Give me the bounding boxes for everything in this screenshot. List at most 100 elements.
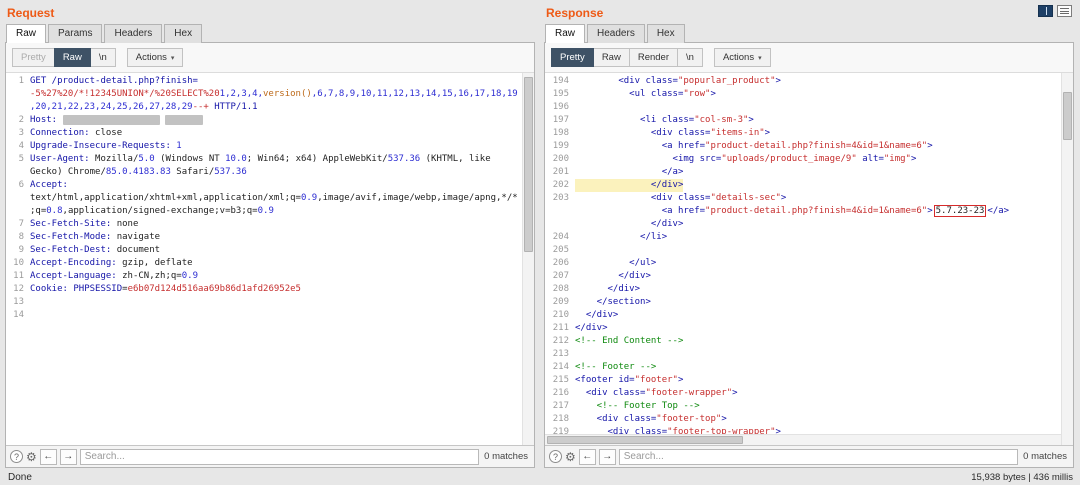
line-number: 202 [552, 180, 569, 190]
code-line: 210 </div> [545, 309, 1061, 322]
request-vertical-scrollbar[interactable] [522, 73, 534, 445]
response-actions-button[interactable]: Actions ▾ [713, 48, 771, 67]
mode-button-pretty[interactable]: Pretty [12, 48, 55, 67]
line-number: 204 [552, 232, 569, 242]
code-line: 206 </ul> [545, 257, 1061, 270]
code-line: 10 Accept-Encoding: gzip, deflate [6, 257, 522, 270]
request-search-bar: ? ⚙ ← → 0 matches [6, 445, 534, 467]
scrollbar-thumb[interactable] [547, 436, 744, 444]
line-number: 11 [13, 271, 24, 281]
code-line: 211 </div> [545, 322, 1061, 335]
request-mode-buttons: Pretty Raw \n [12, 48, 116, 67]
line-number: 7 [18, 219, 24, 229]
line-number: 4 [18, 141, 24, 151]
tab-raw[interactable]: Raw [545, 24, 586, 43]
line-number [6, 88, 30, 101]
line-number: 215 [552, 375, 569, 385]
gear-icon[interactable]: ⚙ [26, 451, 37, 463]
mode-button-n[interactable]: \n [89, 48, 116, 67]
code-line: 5 User-Agent: Mozilla/5.0 (Windows NT 10.… [6, 153, 522, 166]
request-search-matches: 0 matches [484, 451, 528, 462]
code-line: </div> [545, 218, 1061, 231]
chevron-down-icon: ▾ [758, 54, 762, 62]
response-tabs: Raw Headers Hex [544, 24, 1074, 43]
code-line: 9 Sec-Fetch-Dest: document [6, 244, 522, 257]
layout-split-icon[interactable] [1038, 5, 1053, 17]
request-tabs: Raw Params Headers Hex [5, 24, 535, 43]
request-code-area[interactable]: 1 GET /product-detail.php?finish= -5%27%20… [6, 73, 534, 445]
highlighted-value: 5.7.23-23 [933, 205, 987, 217]
code-line: 11 Accept-Language: zh-CN,zh;q=0.9 [6, 270, 522, 283]
search-next-button[interactable]: → [59, 448, 77, 465]
line-number: 218 [552, 414, 569, 424]
code-line: 207 </div> [545, 270, 1061, 283]
line-number: 195 [552, 89, 569, 99]
scrollbar-thumb[interactable] [524, 76, 533, 252]
request-panel-title: Request [7, 6, 55, 20]
request-search-input[interactable] [79, 448, 480, 465]
mode-button-render[interactable]: Render [628, 48, 678, 67]
code-line: 202 </div> [545, 179, 1061, 192]
gear-icon[interactable]: ⚙ [565, 451, 576, 463]
line-number: 213 [552, 349, 569, 359]
line-number: 2 [18, 115, 24, 125]
mode-button-pretty[interactable]: Pretty [551, 48, 594, 67]
code-line: 218 <div class="footer-top"> [545, 413, 1061, 426]
code-line: ;q=0.8,application/signed-exchange;v=b3;… [6, 205, 522, 218]
line-number: 197 [552, 115, 569, 125]
line-number: 13 [13, 297, 24, 307]
tab-headers[interactable]: Headers [587, 24, 645, 43]
layout-controls [1038, 5, 1072, 17]
response-search-input[interactable] [618, 448, 1019, 465]
mode-button-raw[interactable]: Raw [592, 48, 630, 67]
response-vertical-scrollbar[interactable] [1061, 73, 1073, 445]
search-next-button[interactable]: → [598, 448, 616, 465]
line-number: 9 [18, 245, 24, 255]
code-line: 212 <!-- End Content --> [545, 335, 1061, 348]
code-line: 208 </div> [545, 283, 1061, 296]
layout-menu-icon[interactable] [1057, 5, 1072, 17]
code-line: Gecko) Chrome/85.0.4183.83 Safari/537.36 [6, 166, 522, 179]
response-actions-label: Actions [722, 52, 755, 63]
tab-hex[interactable]: Hex [646, 24, 685, 43]
line-number: 207 [552, 271, 569, 281]
response-horizontal-scrollbar[interactable] [545, 434, 1061, 445]
redacted-text [62, 115, 161, 125]
line-number: 10 [13, 258, 24, 268]
line-number [6, 166, 30, 179]
response-title-text: Response [546, 6, 604, 20]
tab-headers[interactable]: Headers [104, 24, 163, 43]
code-line: 7 Sec-Fetch-Site: none [6, 218, 522, 231]
line-number: 194 [552, 76, 569, 86]
mode-button-n[interactable]: \n [677, 48, 703, 67]
chevron-down-icon: ▾ [170, 54, 175, 62]
line-number: 216 [552, 388, 569, 398]
search-prev-button[interactable]: ← [39, 448, 57, 465]
line-number: 1 [18, 76, 24, 86]
tab-hex[interactable]: Hex [164, 24, 203, 43]
code-line: 8 Sec-Fetch-Mode: navigate [6, 231, 522, 244]
tab-raw[interactable]: Raw [6, 24, 47, 43]
request-panel: Request Raw Params Headers Hex Pretty Raw \n … [5, 4, 535, 468]
code-line: 205 [545, 244, 1061, 257]
status-text: Done [8, 472, 32, 483]
line-number [6, 205, 30, 218]
code-line: 194 <div class="popurlar_product"> [545, 75, 1061, 88]
search-prev-button[interactable]: ← [578, 448, 596, 465]
tab-params[interactable]: Params [48, 24, 103, 43]
code-line: 201 </a> [545, 166, 1061, 179]
code-line: 215 <footer id="footer"> [545, 374, 1061, 387]
line-number [545, 218, 575, 231]
help-icon[interactable]: ? [10, 450, 23, 463]
line-number: 217 [552, 401, 569, 411]
help-icon[interactable]: ? [549, 450, 562, 463]
code-line: 203 <div class="details-sec"> [545, 192, 1061, 205]
code-line: 6 Accept: [6, 179, 522, 192]
request-actions-button[interactable]: Actions ▾ [126, 48, 184, 67]
code-line: 195 <ul class="row"> [545, 88, 1061, 101]
scrollbar-thumb[interactable] [1063, 91, 1072, 140]
line-number [6, 192, 30, 205]
mode-button-raw[interactable]: Raw [53, 48, 91, 67]
line-number: 199 [552, 141, 569, 151]
response-code-area[interactable]: 194 <div class="popurlar_product"> 195 <u… [545, 73, 1073, 445]
